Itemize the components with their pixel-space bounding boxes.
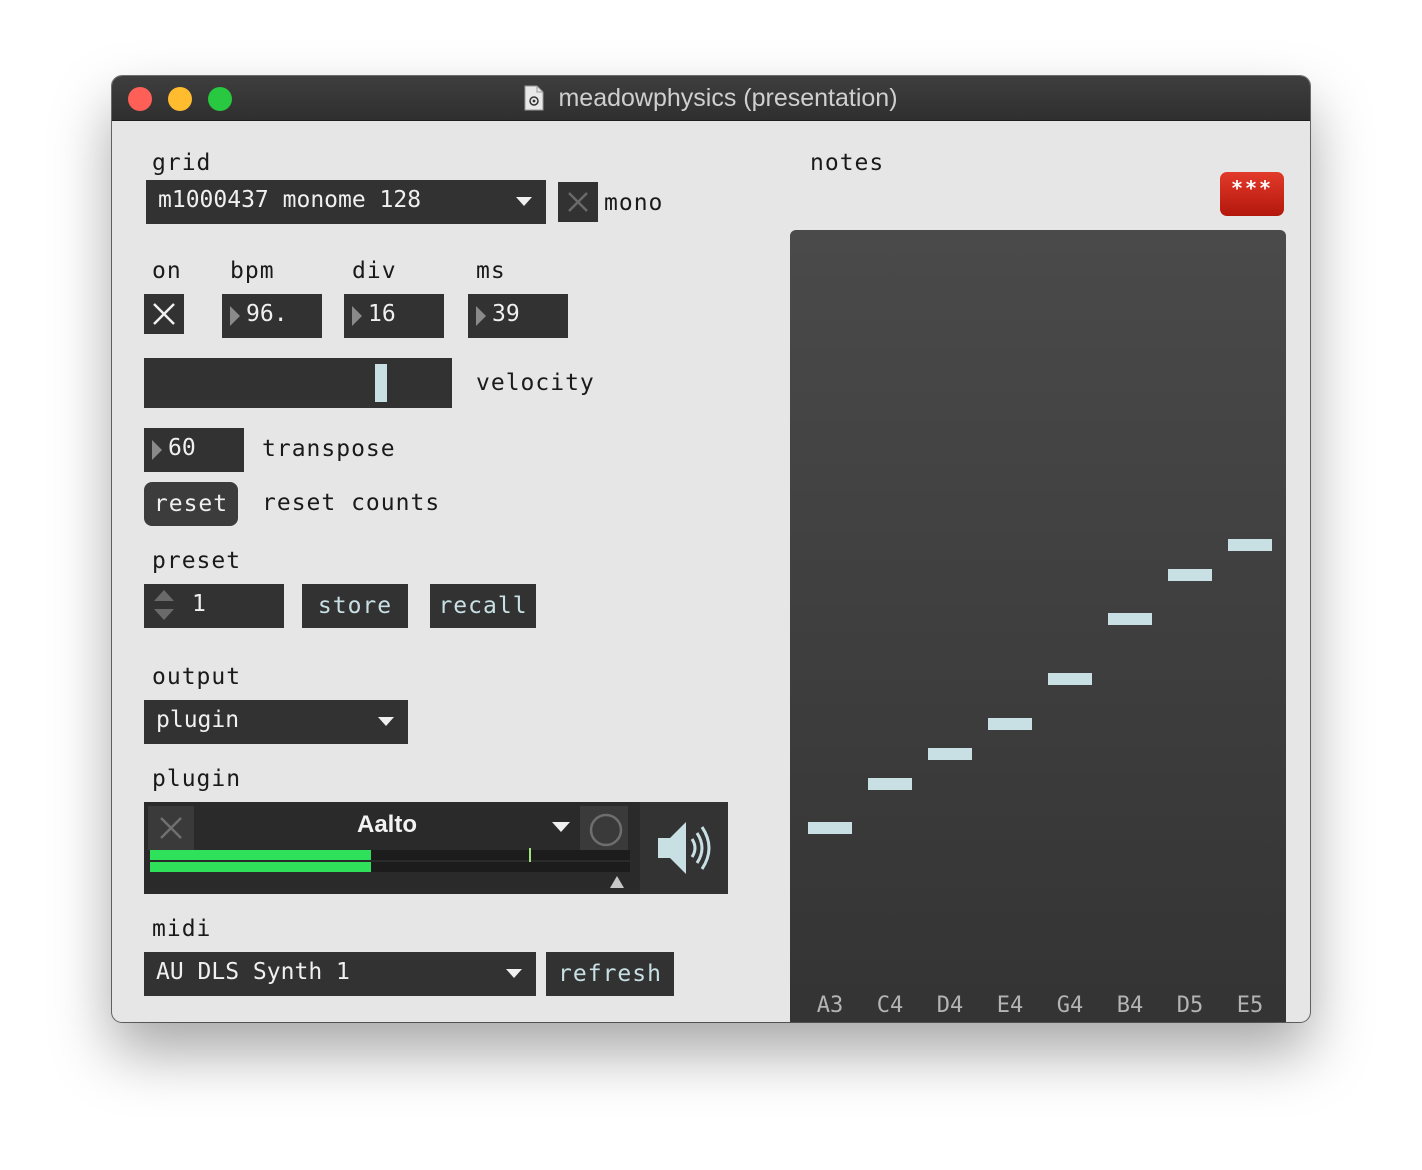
presentation-content: grid m1000437 monome 128 mono on bpm div…	[112, 120, 1310, 1022]
level-meter-right	[150, 862, 630, 872]
x-icon	[160, 817, 182, 839]
ms-value: 39	[492, 301, 520, 327]
refresh-button[interactable]: refresh	[546, 952, 674, 996]
note-bar	[928, 748, 972, 760]
bpm-number-box[interactable]: 96.	[222, 294, 322, 338]
note-label: G4	[1056, 993, 1084, 1018]
note-label: E5	[1236, 993, 1264, 1018]
note-label: B4	[1116, 993, 1144, 1018]
velocity-label: velocity	[476, 370, 595, 396]
recall-button[interactable]: recall	[430, 584, 536, 628]
velocity-slider-knob[interactable]	[375, 364, 387, 402]
bpm-label: bpm	[230, 258, 275, 284]
output-value: plugin	[156, 707, 240, 733]
note-bar	[988, 718, 1032, 730]
div-label: div	[352, 258, 397, 284]
level-meter-peak	[529, 848, 531, 862]
reset-button[interactable]: reset	[144, 482, 238, 526]
speaker-icon	[658, 822, 711, 874]
reset-counts-label: reset counts	[262, 490, 441, 516]
note-label: C4	[876, 993, 904, 1018]
window-title-area: meadowphysics (presentation)	[112, 76, 1310, 120]
plugin-label: plugin	[152, 766, 242, 792]
grid-device-value: m1000437 monome 128	[158, 187, 422, 213]
window-title: meadowphysics (presentation)	[558, 83, 898, 112]
note-label: E4	[996, 993, 1024, 1018]
div-number-box[interactable]: 16	[344, 294, 444, 338]
level-meter-left	[150, 848, 630, 862]
mono-toggle[interactable]	[558, 182, 598, 222]
bpm-value: 96.	[246, 301, 288, 327]
arrow-down-icon	[154, 609, 174, 620]
transpose-label: transpose	[262, 436, 396, 462]
preset-value: 1	[192, 591, 206, 617]
plugin-open-editor-button[interactable]	[580, 806, 628, 852]
triangle-right-icon	[476, 306, 486, 326]
note-bar	[1108, 613, 1152, 625]
note-bar	[1168, 569, 1212, 581]
level-meter-fill	[150, 862, 371, 872]
note-label: D5	[1176, 993, 1204, 1018]
x-icon	[568, 192, 588, 212]
level-meter-fill	[150, 850, 371, 860]
midi-device-dropdown[interactable]: AU DLS Synth 1	[144, 952, 536, 996]
note-label: A3	[816, 993, 844, 1018]
x-icon	[153, 303, 175, 325]
div-value: 16	[368, 301, 396, 327]
triangle-right-icon	[352, 306, 362, 326]
plugin-bypass-button[interactable]	[148, 806, 194, 850]
note-label: D4	[936, 993, 964, 1018]
note-bar	[1048, 673, 1092, 685]
document-icon	[524, 85, 544, 111]
chevron-down-icon[interactable]	[552, 822, 570, 832]
grid-device-dropdown[interactable]: m1000437 monome 128	[146, 180, 546, 224]
plugin-mute-button[interactable]	[640, 802, 728, 894]
mono-label: mono	[604, 190, 664, 216]
grid-label: grid	[152, 150, 212, 176]
transpose-number-box[interactable]: 60	[144, 428, 244, 472]
velocity-slider[interactable]	[144, 358, 452, 408]
app-window: meadowphysics (presentation) grid m10004…	[112, 76, 1310, 1022]
output-label: output	[152, 664, 242, 690]
output-dropdown[interactable]: plugin	[144, 700, 408, 744]
transpose-value: 60	[168, 435, 196, 461]
plugin-host: Aalto	[144, 802, 728, 894]
note-bar	[868, 778, 912, 790]
ms-number-box[interactable]: 39	[468, 294, 568, 338]
note-bar	[1228, 539, 1272, 551]
note-bar	[808, 822, 852, 834]
midi-device-value: AU DLS Synth 1	[156, 959, 350, 985]
chevron-down-icon	[506, 969, 522, 978]
gain-handle[interactable]	[610, 876, 624, 888]
arrow-up-icon	[154, 590, 174, 601]
title-bar: meadowphysics (presentation)	[112, 76, 1310, 121]
store-button[interactable]: store	[302, 584, 408, 628]
alert-button[interactable]: ***	[1220, 172, 1284, 216]
ms-label: ms	[476, 258, 506, 284]
chevron-down-icon	[516, 197, 532, 206]
preset-label: preset	[152, 548, 242, 574]
notes-label: notes	[810, 150, 885, 176]
triangle-right-icon	[152, 440, 162, 460]
circle-icon	[589, 813, 623, 847]
preset-number-box[interactable]: 1	[144, 584, 284, 628]
plugin-name[interactable]: Aalto	[194, 802, 580, 848]
notes-display: A3 C4 D4 E4 G4 B4 D5 E5	[790, 230, 1286, 1022]
chevron-down-icon	[378, 717, 394, 726]
triangle-right-icon	[230, 306, 240, 326]
midi-label: midi	[152, 916, 212, 942]
on-toggle[interactable]	[144, 294, 184, 334]
on-label: on	[152, 258, 182, 284]
